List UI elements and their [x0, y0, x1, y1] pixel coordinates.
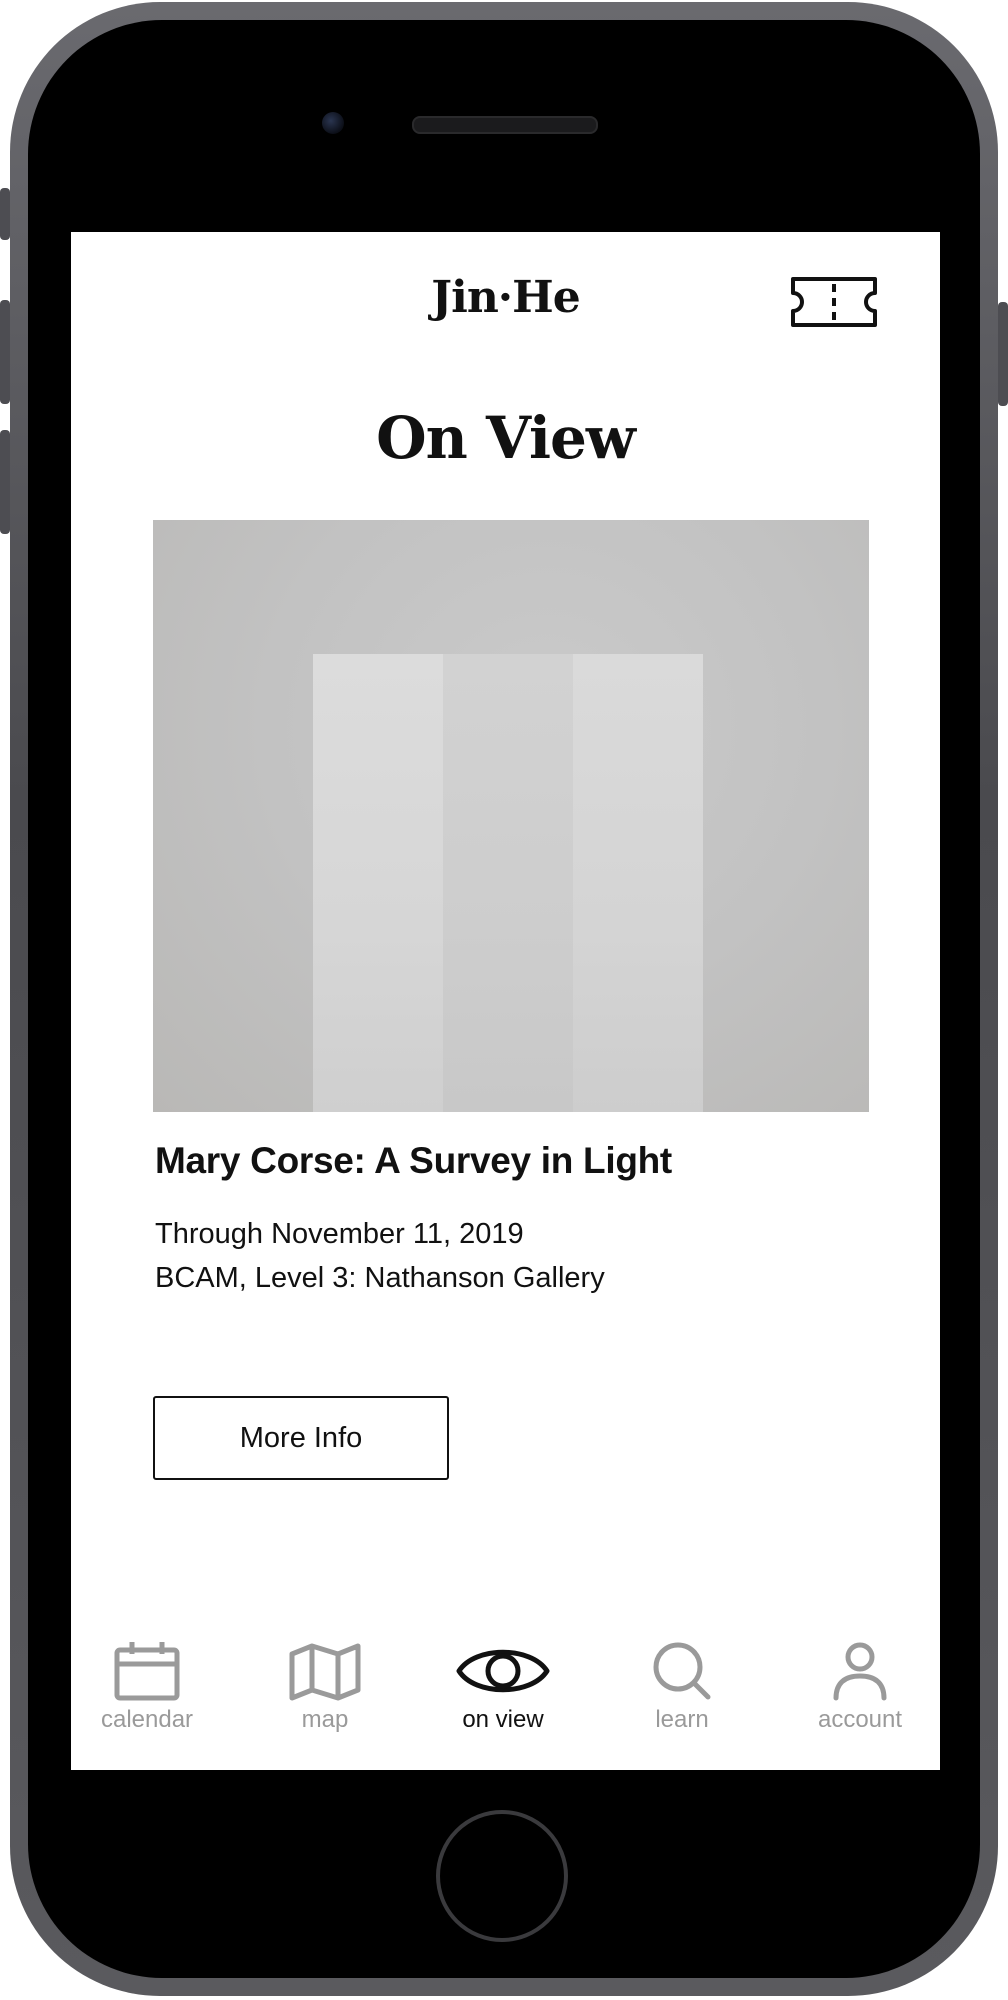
painting-panel-right	[573, 654, 703, 1112]
bottom-nav: calendar map on view learn account	[71, 1640, 940, 1770]
side-button-volume-down	[0, 430, 10, 534]
artwork-image[interactable]	[153, 520, 869, 1112]
user-icon	[833, 1642, 887, 1701]
more-info-button[interactable]: More Info	[153, 1396, 449, 1480]
side-button-power	[998, 302, 1008, 406]
nav-label-on-view: on view	[462, 1706, 544, 1733]
painting-panel-center	[443, 654, 573, 1112]
nav-item-on-view[interactable]: on view	[428, 1640, 578, 1734]
exhibition-dates: Through November 11, 2019	[155, 1218, 524, 1250]
nav-label-calendar: calendar	[100, 1706, 194, 1733]
home-button[interactable]	[436, 1810, 568, 1942]
search-icon	[653, 1642, 711, 1700]
app-screen: Jin·He On View Mary Corse: A Survey in L…	[71, 232, 940, 1770]
nav-item-account[interactable]: account	[785, 1640, 935, 1734]
exhibition-title[interactable]: Mary Corse: A Survey in Light	[155, 1140, 672, 1182]
nav-label-map: map	[301, 1706, 349, 1733]
exhibition-location: BCAM, Level 3: Nathanson Gallery	[155, 1262, 605, 1294]
artwork-painting	[313, 654, 703, 1112]
calendar-icon	[114, 1642, 180, 1701]
side-button-volume-up	[0, 300, 10, 404]
ticket-icon	[791, 277, 877, 327]
earpiece-speaker	[412, 116, 598, 134]
nav-label-account: account	[817, 1706, 903, 1733]
page-title: On View	[376, 404, 636, 472]
map-icon	[289, 1643, 361, 1701]
nav-item-learn[interactable]: learn	[607, 1640, 757, 1734]
nav-label-learn: learn	[655, 1706, 709, 1733]
ticket-button[interactable]	[790, 276, 878, 328]
eye-icon	[456, 1649, 550, 1693]
nav-item-calendar[interactable]: calendar	[72, 1640, 222, 1734]
painting-panel-left	[313, 654, 443, 1112]
front-camera	[322, 112, 344, 134]
side-button-mute	[0, 188, 10, 240]
nav-item-map[interactable]: map	[250, 1640, 400, 1734]
